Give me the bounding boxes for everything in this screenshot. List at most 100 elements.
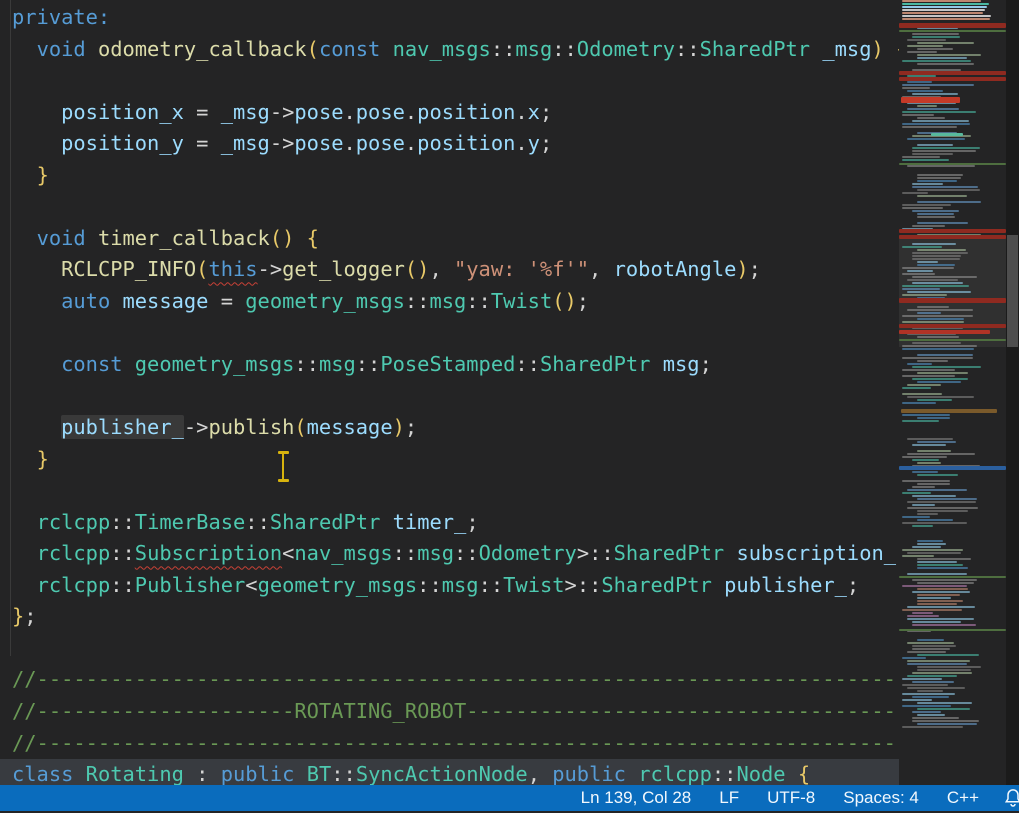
- status-language-mode[interactable]: C++: [947, 788, 979, 808]
- code-line[interactable]: const geometry_msgs::msg::PoseStamped::S…: [12, 349, 899, 381]
- code-line[interactable]: auto message = geometry_msgs::msg::Twist…: [12, 286, 899, 318]
- code-line[interactable]: [12, 381, 899, 413]
- status-indentation[interactable]: Spaces: 4: [843, 788, 919, 808]
- code-token: >: [577, 541, 589, 565]
- code-token: [380, 510, 392, 534]
- code-token: class: [12, 762, 73, 785]
- minimap-line: [912, 255, 961, 257]
- minimap-line: [912, 525, 933, 527]
- code-line[interactable]: private:: [12, 2, 899, 34]
- minimap-line: [912, 36, 960, 38]
- minimap-line: [902, 111, 976, 113]
- code-line[interactable]: rclcpp::Subscription<nav_msgs::msg::Odom…: [12, 538, 899, 570]
- code-line[interactable]: [12, 475, 899, 507]
- minimap-line: [912, 225, 945, 227]
- scrollbar-thumb[interactable]: [1007, 235, 1018, 347]
- code-line[interactable]: rclcpp::TimerBase::SharedPtr timer_;: [12, 507, 899, 539]
- minimap[interactable]: [899, 0, 1006, 785]
- status-cursor-position[interactable]: Ln 139, Col 28: [581, 788, 692, 808]
- code-token: (): [270, 226, 295, 250]
- minimap-line: [902, 246, 942, 248]
- code-token: [12, 510, 37, 534]
- code-line[interactable]: [12, 317, 899, 349]
- code-line[interactable]: publisher_->publish(message);: [12, 412, 899, 444]
- code-line[interactable]: rclcpp::Publisher<geometry_msgs::msg::Tw…: [12, 570, 899, 602]
- code-line[interactable]: };: [12, 601, 899, 633]
- code-line[interactable]: [12, 633, 899, 665]
- minimap-line: [912, 33, 959, 35]
- code-line[interactable]: //--------------------------------------…: [12, 664, 899, 696]
- minimap-line: [907, 606, 975, 608]
- minimap-line: [902, 420, 939, 422]
- code-line[interactable]: }: [12, 444, 899, 476]
- code-token: .: [405, 100, 417, 124]
- code-token: SharedPtr: [614, 541, 725, 565]
- minimap-decoration: [899, 339, 1006, 341]
- code-token: pose: [294, 100, 343, 124]
- minimap-line: [902, 456, 947, 458]
- minimap-line: [912, 276, 977, 278]
- code-line[interactable]: position_x = _msg->pose.pose.position.x;: [12, 97, 899, 129]
- code-token: [12, 352, 61, 376]
- minimap-line: [912, 342, 961, 344]
- minimap-line: [907, 396, 974, 398]
- minimap-line: [907, 615, 939, 617]
- minimap-line: [912, 621, 961, 623]
- minimap-line: [902, 12, 983, 14]
- minimap-line: [917, 306, 949, 308]
- minimap-line: [917, 540, 943, 542]
- status-encoding[interactable]: UTF-8: [767, 788, 815, 808]
- code-token: [123, 352, 135, 376]
- code-token: position_y: [61, 131, 184, 155]
- minimap-line: [902, 321, 964, 323]
- code-token: [12, 163, 37, 187]
- code-line[interactable]: }: [12, 160, 899, 192]
- minimap-line: [907, 39, 946, 41]
- code-token: SharedPtr: [540, 352, 651, 376]
- minimap-line: [907, 438, 953, 440]
- minimap-decoration: [899, 77, 1006, 81]
- minimap-line: [902, 288, 940, 290]
- minimap-line: [902, 18, 990, 20]
- code-token: {: [307, 226, 319, 250]
- code-token: [294, 226, 306, 250]
- vertical-scrollbar[interactable]: [1006, 0, 1019, 785]
- code-line[interactable]: [12, 65, 899, 97]
- bell-icon[interactable]: [1002, 788, 1019, 808]
- code-token: timer_: [393, 510, 467, 534]
- code-line[interactable]: void timer_callback() {: [12, 223, 899, 255]
- minimap-line: [902, 402, 936, 404]
- code-token: ::: [552, 37, 577, 61]
- code-token: ;: [700, 352, 712, 376]
- code-editor[interactable]: private: void odometry_callback(const na…: [0, 0, 899, 785]
- code-token: [650, 352, 662, 376]
- code-token: ::: [589, 541, 614, 565]
- code-token: ::: [294, 352, 319, 376]
- code-token: [110, 289, 122, 313]
- code-token: auto: [61, 289, 110, 313]
- code-line[interactable]: class Rotating : public BT::SyncActionNo…: [0, 759, 899, 785]
- code-token: >: [565, 573, 577, 597]
- code-line[interactable]: position_y = _msg->pose.pose.position.y;: [12, 128, 899, 160]
- code-line[interactable]: [12, 191, 899, 223]
- code-token: ,: [589, 257, 614, 281]
- code-token: .: [515, 100, 527, 124]
- code-token: (): [405, 257, 430, 281]
- minimap-line: [917, 558, 971, 560]
- minimap-line: [902, 585, 967, 587]
- minimap-line: [902, 657, 926, 659]
- code-token: msg: [442, 573, 479, 597]
- code-line[interactable]: void odometry_callback(const nav_msgs::m…: [12, 34, 899, 66]
- minimap-line: [907, 309, 973, 311]
- code-line[interactable]: //---------------------ROTATING_ROBOT---…: [12, 696, 899, 728]
- code-token: }: [37, 447, 49, 471]
- code-line[interactable]: RCLCPP_INFO(this->get_logger(), "yaw: '%…: [12, 254, 899, 286]
- minimap-line: [917, 594, 960, 596]
- minimap-line: [917, 588, 968, 590]
- minimap-line: [902, 204, 951, 206]
- minimap-line: [907, 279, 958, 281]
- code-line[interactable]: //--------------------------------------…: [12, 728, 899, 760]
- status-eol-sequence[interactable]: LF: [719, 788, 739, 808]
- code-token: ,: [429, 257, 454, 281]
- code-token: get_logger: [282, 257, 405, 281]
